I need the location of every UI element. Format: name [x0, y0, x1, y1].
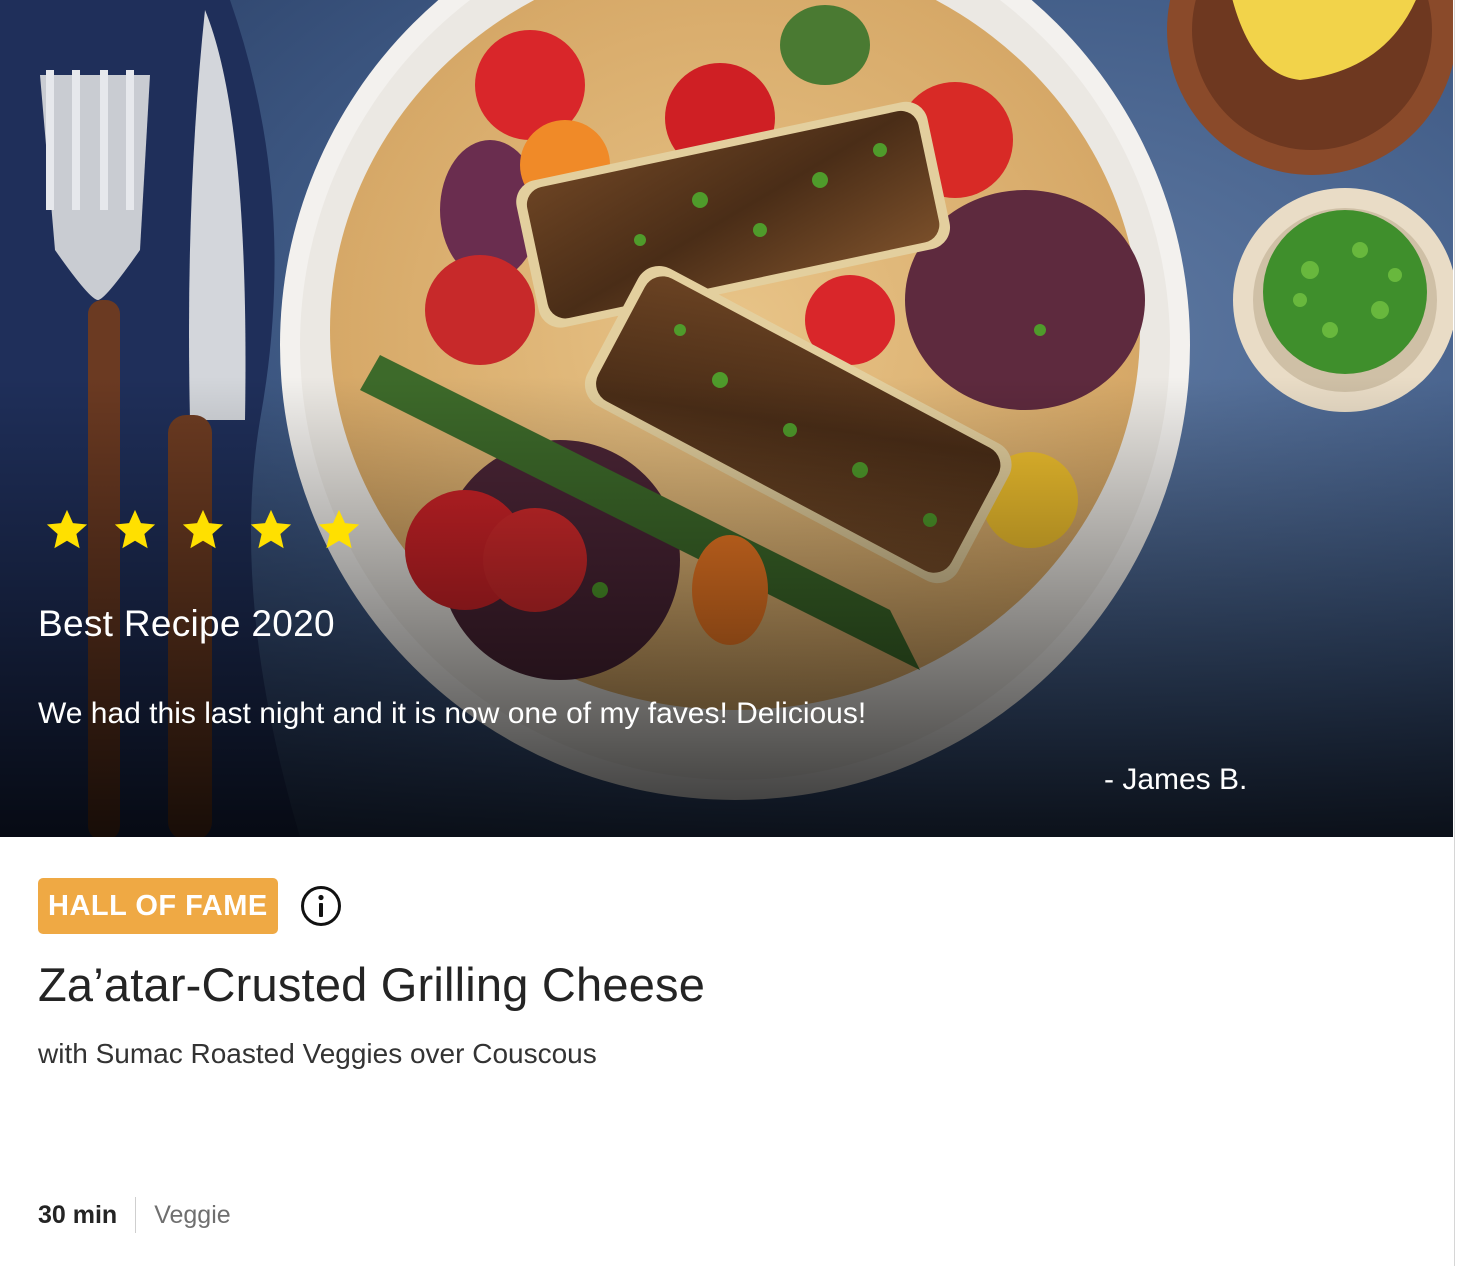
- star-icon: [318, 509, 360, 549]
- review-author: - James B.: [1104, 763, 1248, 796]
- diet-tag: Veggie: [154, 1200, 231, 1229]
- star-icon: [46, 509, 88, 549]
- recipe-title[interactable]: Za’atar-Crusted Grilling Cheese: [38, 957, 705, 1012]
- recipe-subtitle: with Sumac Roasted Veggies over Couscous: [38, 1038, 597, 1069]
- star-icon: [250, 509, 292, 549]
- award-title: Best Recipe 2020: [38, 603, 335, 644]
- star-icon: [114, 509, 156, 549]
- recipe-meta: 30 min Veggie: [38, 1197, 231, 1233]
- meta-divider: [135, 1197, 137, 1233]
- cook-time: 30 min: [38, 1200, 118, 1229]
- hero-image: Best Recipe 2020 We had this last night …: [0, 0, 1453, 837]
- hall-of-fame-badge: HALL OF FAME: [38, 878, 278, 934]
- badge-row: HALL OF FAME: [38, 878, 342, 934]
- review-quote: We had this last night and it is now one…: [38, 697, 867, 730]
- rating-stars: [44, 505, 362, 555]
- star-icon: [182, 509, 224, 549]
- info-icon[interactable]: [300, 885, 342, 927]
- recipe-card[interactable]: Best Recipe 2020 We had this last night …: [0, 0, 1455, 1266]
